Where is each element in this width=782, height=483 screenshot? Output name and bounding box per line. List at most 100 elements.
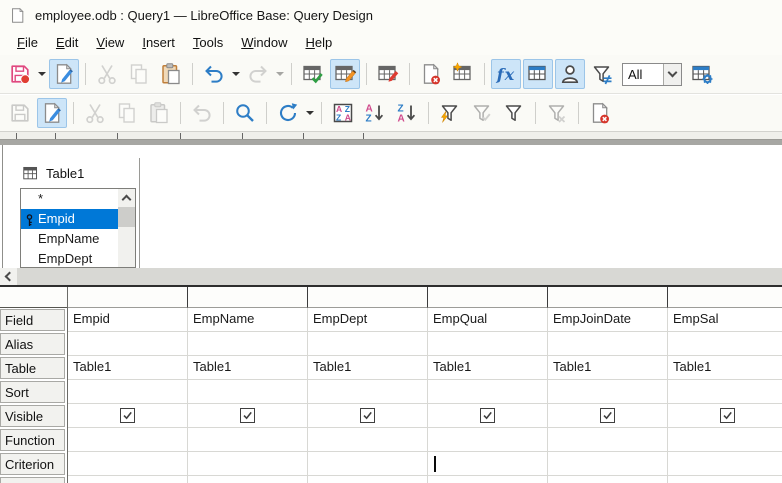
field-cell[interactable]: Empid	[68, 308, 188, 332]
field-cell[interactable]: EmpJoinDate	[548, 308, 668, 332]
sort-cell[interactable]	[188, 380, 308, 404]
field-cell[interactable]: EmpDept	[308, 308, 428, 332]
function-cell[interactable]	[308, 428, 428, 452]
refresh-button[interactable]	[273, 98, 303, 128]
sort-descending-button[interactable]: ZA	[392, 98, 422, 128]
add-table-button[interactable]	[448, 59, 478, 89]
paste-button[interactable]	[156, 59, 186, 89]
alias-cell[interactable]	[548, 332, 668, 356]
save-dropdown-arrow[interactable]	[36, 60, 48, 88]
or-cell[interactable]	[428, 476, 548, 483]
menu-help[interactable]: Help	[296, 32, 341, 53]
menu-edit[interactable]: Edit	[47, 32, 87, 53]
sort-cell[interactable]	[68, 380, 188, 404]
field-list-scrollbar[interactable]	[118, 189, 135, 267]
field-item-empname[interactable]: EmpName	[21, 229, 119, 249]
column-header-cell[interactable]	[428, 287, 548, 308]
visible-cell[interactable]	[548, 404, 668, 428]
column-header-cell[interactable]	[308, 287, 428, 308]
query-properties-button[interactable]	[687, 59, 717, 89]
find-record-button[interactable]	[230, 98, 260, 128]
visible-cell[interactable]	[68, 404, 188, 428]
scroll-left-button[interactable]	[0, 268, 17, 285]
table-cell[interactable]: Table1	[668, 356, 782, 380]
or-cell[interactable]	[668, 476, 782, 483]
sort-cell[interactable]	[428, 380, 548, 404]
alias-cell[interactable]	[428, 332, 548, 356]
standard-filter-button[interactable]	[499, 98, 529, 128]
table-cell[interactable]: Table1	[308, 356, 428, 380]
table-window[interactable]: Table1 * Empid EmpName EmpDept	[20, 158, 140, 268]
sort-cell[interactable]	[668, 380, 782, 404]
sort-button[interactable]: AZZA	[328, 98, 358, 128]
field-list-scrollbar-thumb[interactable]	[118, 207, 135, 227]
visible-checkbox[interactable]	[360, 408, 375, 423]
field-cell[interactable]: EmpName	[188, 308, 308, 332]
refresh-dropdown-arrow[interactable]	[304, 99, 316, 127]
run-query-button[interactable]	[298, 59, 328, 89]
table-cell[interactable]: Table1	[68, 356, 188, 380]
field-item-empdept[interactable]: EmpDept	[21, 249, 119, 267]
table-cell[interactable]: Table1	[548, 356, 668, 380]
menu-insert[interactable]: Insert	[133, 32, 184, 53]
or-cell[interactable]	[548, 476, 668, 483]
field-cell[interactable]: EmpSal	[668, 308, 782, 332]
visible-cell[interactable]	[188, 404, 308, 428]
column-header-cell[interactable]	[188, 287, 308, 308]
horizontal-scrollbar[interactable]	[0, 268, 782, 285]
field-cell[interactable]: EmpQual	[428, 308, 548, 332]
sort-cell[interactable]	[308, 380, 428, 404]
visible-checkbox[interactable]	[120, 408, 135, 423]
or-cell[interactable]	[188, 476, 308, 483]
visible-cell[interactable]	[668, 404, 782, 428]
menu-file[interactable]: File	[8, 32, 47, 53]
visible-cell[interactable]	[428, 404, 548, 428]
column-header-cell[interactable]	[68, 287, 188, 308]
function-cell[interactable]	[548, 428, 668, 452]
table-cell[interactable]: Table1	[188, 356, 308, 380]
field-list[interactable]: * Empid EmpName EmpDept	[20, 188, 136, 268]
visible-checkbox[interactable]	[240, 408, 255, 423]
criterion-cell[interactable]	[68, 452, 188, 476]
menu-tools[interactable]: Tools	[184, 32, 232, 53]
or-cell[interactable]	[68, 476, 188, 483]
visible-checkbox[interactable]	[600, 408, 615, 423]
column-header-cell[interactable]	[548, 287, 668, 308]
close-document-button[interactable]	[416, 59, 446, 89]
functions-button[interactable]: fx	[491, 59, 521, 89]
function-cell[interactable]	[188, 428, 308, 452]
clear-query-button[interactable]	[585, 98, 615, 128]
clear-query-button[interactable]	[373, 59, 403, 89]
table-cell[interactable]: Table1	[428, 356, 548, 380]
function-cell[interactable]	[68, 428, 188, 452]
alias-cell[interactable]	[308, 332, 428, 356]
horizontal-scrollbar-thumb[interactable]	[17, 268, 782, 285]
save-button[interactable]	[5, 59, 35, 89]
criterion-cell[interactable]	[428, 452, 548, 476]
criterion-cell[interactable]	[548, 452, 668, 476]
edit-data-button[interactable]	[37, 98, 67, 128]
distinct-values-button[interactable]	[587, 59, 617, 89]
function-cell[interactable]	[668, 428, 782, 452]
function-cell[interactable]	[428, 428, 548, 452]
alias-button[interactable]	[555, 59, 585, 89]
autofilter-button[interactable]	[435, 98, 465, 128]
table-name-button[interactable]	[523, 59, 553, 89]
alias-cell[interactable]	[188, 332, 308, 356]
limit-select[interactable]: All	[622, 62, 682, 86]
alias-cell[interactable]	[668, 332, 782, 356]
design-view-button[interactable]	[330, 59, 360, 89]
menu-view[interactable]: View	[87, 32, 133, 53]
undo-dropdown-arrow[interactable]	[230, 60, 242, 88]
or-cell[interactable]	[308, 476, 428, 483]
field-item-star[interactable]: *	[21, 189, 119, 209]
visible-checkbox[interactable]	[720, 408, 735, 423]
table-window-header[interactable]: Table1	[20, 158, 139, 188]
undo-button[interactable]	[199, 59, 229, 89]
alias-cell[interactable]	[68, 332, 188, 356]
criterion-cell[interactable]	[668, 452, 782, 476]
criterion-cell[interactable]	[188, 452, 308, 476]
menu-window[interactable]: Window	[232, 32, 296, 53]
edit-button[interactable]	[49, 59, 79, 89]
field-item-empid[interactable]: Empid	[21, 209, 119, 229]
